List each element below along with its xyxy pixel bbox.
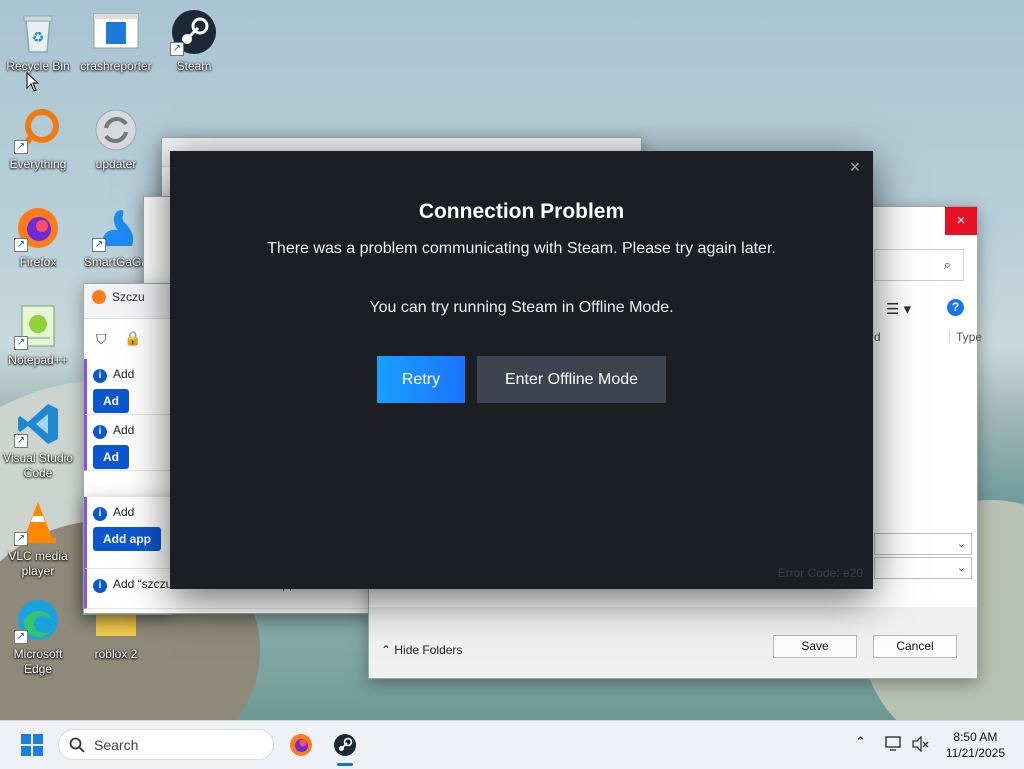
shortcut-arrow-icon: ↗: [14, 532, 28, 546]
enter-offline-mode-button[interactable]: Enter Offline Mode: [477, 356, 666, 403]
shortcut-arrow-icon: ↗: [14, 140, 28, 154]
crashreporter-icon: [92, 8, 140, 56]
clock[interactable]: 8:50 AM 11/21/2025: [946, 729, 1005, 761]
icon-label: VLC media player: [8, 549, 68, 578]
smartgaga-swan-icon: ↗: [92, 204, 140, 252]
edge-icon: ↗: [14, 596, 62, 644]
shortcut-arrow-icon: ↗: [14, 434, 28, 448]
icon-label: Firefox: [19, 255, 57, 269]
firefox-icon: [92, 290, 106, 304]
steam-connection-dialog: × Connection Problem There was a problem…: [170, 151, 873, 589]
file-type-combobox[interactable]: ⌄: [874, 557, 972, 579]
icon-label: updater: [95, 157, 137, 171]
icon-label: Visual Studio Code: [3, 451, 73, 480]
start-windows-icon[interactable]: [21, 734, 43, 761]
info-icon: i: [93, 369, 107, 383]
speaker-muted-icon[interactable]: [911, 736, 929, 752]
add-application-button[interactable]: Ad: [93, 389, 129, 413]
column-header-partial[interactable]: d: [874, 330, 881, 344]
active-app-indicator: [337, 763, 353, 766]
firefox-icon: ↗: [14, 204, 62, 252]
error-code: Error Code: e20: [777, 566, 863, 580]
dialog-title: Connection Problem: [418, 200, 625, 223]
updater-icon: [92, 106, 140, 154]
search-icon: ⌕: [943, 257, 951, 272]
icon-label: crashreporter: [80, 59, 152, 73]
icon-label: Steam: [176, 59, 212, 73]
steam-icon: ↗: [170, 8, 218, 56]
clock-date: 11/21/2025: [945, 746, 1005, 760]
save-button[interactable]: Save: [773, 635, 857, 658]
search-placeholder: Search: [94, 737, 139, 753]
desktop-icon-firefox[interactable]: ↗ Firefox: [0, 204, 76, 270]
search-icon: [69, 737, 85, 753]
desktop-icon-recycle-bin[interactable]: ♻ Recycle Bin: [0, 8, 76, 74]
firefox-tab[interactable]: Szczu: [84, 284, 171, 319]
info-icon: i: [93, 507, 107, 521]
help-icon[interactable]: ?: [947, 299, 964, 316]
add-application-button[interactable]: Ad: [93, 445, 129, 469]
offline-hint: You can try running Steam in Offline Mod…: [369, 299, 674, 316]
clock-time: 8:50 AM: [953, 730, 998, 744]
filename-combobox[interactable]: ⌄: [874, 533, 972, 555]
notepadpp-icon: ↗: [14, 302, 62, 350]
info-icon: i: [93, 579, 107, 593]
desktop: ♻ Recycle Bin crashreporter ↗ Steam ↗ Ev…: [0, 0, 1024, 720]
taskbar-firefox-icon[interactable]: [289, 733, 313, 762]
desktop-icon-steam[interactable]: ↗ Steam: [156, 8, 232, 74]
svg-text:♻: ♻: [32, 29, 45, 45]
dialog-message: There was a problem communicating with S…: [267, 240, 776, 257]
notification-item: i Add Ad: [84, 415, 171, 471]
desktop-icon-notepadpp[interactable]: ↗ Notepad++: [0, 302, 76, 368]
vlc-cone-icon: ↗: [14, 498, 62, 546]
toolbar: ⛉ 🔒: [84, 319, 171, 359]
view-options-icon[interactable]: ☰ ▾: [886, 300, 911, 318]
shortcut-arrow-icon: ↗: [170, 42, 184, 56]
desktop-icon-everything[interactable]: ↗ Everything: [0, 106, 76, 172]
chevron-down-icon: ⌄: [956, 538, 966, 550]
tab-title: Szczu: [112, 290, 145, 304]
close-icon[interactable]: ×: [845, 157, 865, 177]
column-header-type[interactable]: Type: [949, 330, 982, 344]
taskbar: Search ⌃ 8:50 AM 11/21/2025: [0, 720, 1024, 769]
retry-button[interactable]: Retry: [377, 356, 465, 403]
add-application-button[interactable]: Add app: [93, 527, 161, 551]
network-monitor-icon[interactable]: [885, 736, 903, 752]
hide-folders-toggle[interactable]: ⌃ Hide Folders: [381, 643, 462, 657]
icon-label: Notepad++: [8, 353, 68, 367]
desktop-icon-updater[interactable]: updater: [78, 106, 154, 172]
recycle-bin-icon: ♻: [14, 8, 62, 56]
shortcut-arrow-icon: ↗: [14, 238, 28, 252]
shield-icon[interactable]: ⛉: [96, 331, 107, 348]
shortcut-arrow-icon: ↗: [14, 630, 28, 644]
icon-label: roblox 2: [94, 647, 138, 661]
desktop-icon-vlc[interactable]: ↗ VLC media player: [0, 498, 76, 579]
icon-label: Microsoft Edge: [13, 647, 63, 676]
taskbar-steam-icon[interactable]: [333, 733, 357, 762]
desktop-icon-edge[interactable]: ↗ Microsoft Edge: [0, 596, 76, 677]
desktop-icon-vscode[interactable]: ↗ Visual Studio Code: [0, 400, 76, 481]
chevron-down-icon: ⌄: [956, 562, 966, 574]
mouse-cursor-icon: [26, 72, 40, 92]
shortcut-arrow-icon: ↗: [92, 238, 106, 252]
lock-icon[interactable]: 🔒: [124, 330, 141, 347]
close-button[interactable]: ×: [945, 207, 977, 235]
everything-search-icon: ↗: [14, 106, 62, 154]
icon-label: Everything: [9, 157, 67, 171]
chevron-up-icon[interactable]: ⌃: [855, 734, 866, 750]
info-icon: i: [93, 425, 107, 439]
desktop-icon-crashreporter[interactable]: crashreporter: [78, 8, 154, 74]
notification-item: i Add Ad: [84, 359, 171, 415]
taskbar-search-box[interactable]: Search: [58, 729, 274, 760]
shortcut-arrow-icon: ↗: [14, 336, 28, 350]
vscode-icon: ↗: [14, 400, 62, 448]
search-box[interactable]: ⌕: [874, 249, 964, 281]
cancel-button[interactable]: Cancel: [873, 635, 957, 658]
